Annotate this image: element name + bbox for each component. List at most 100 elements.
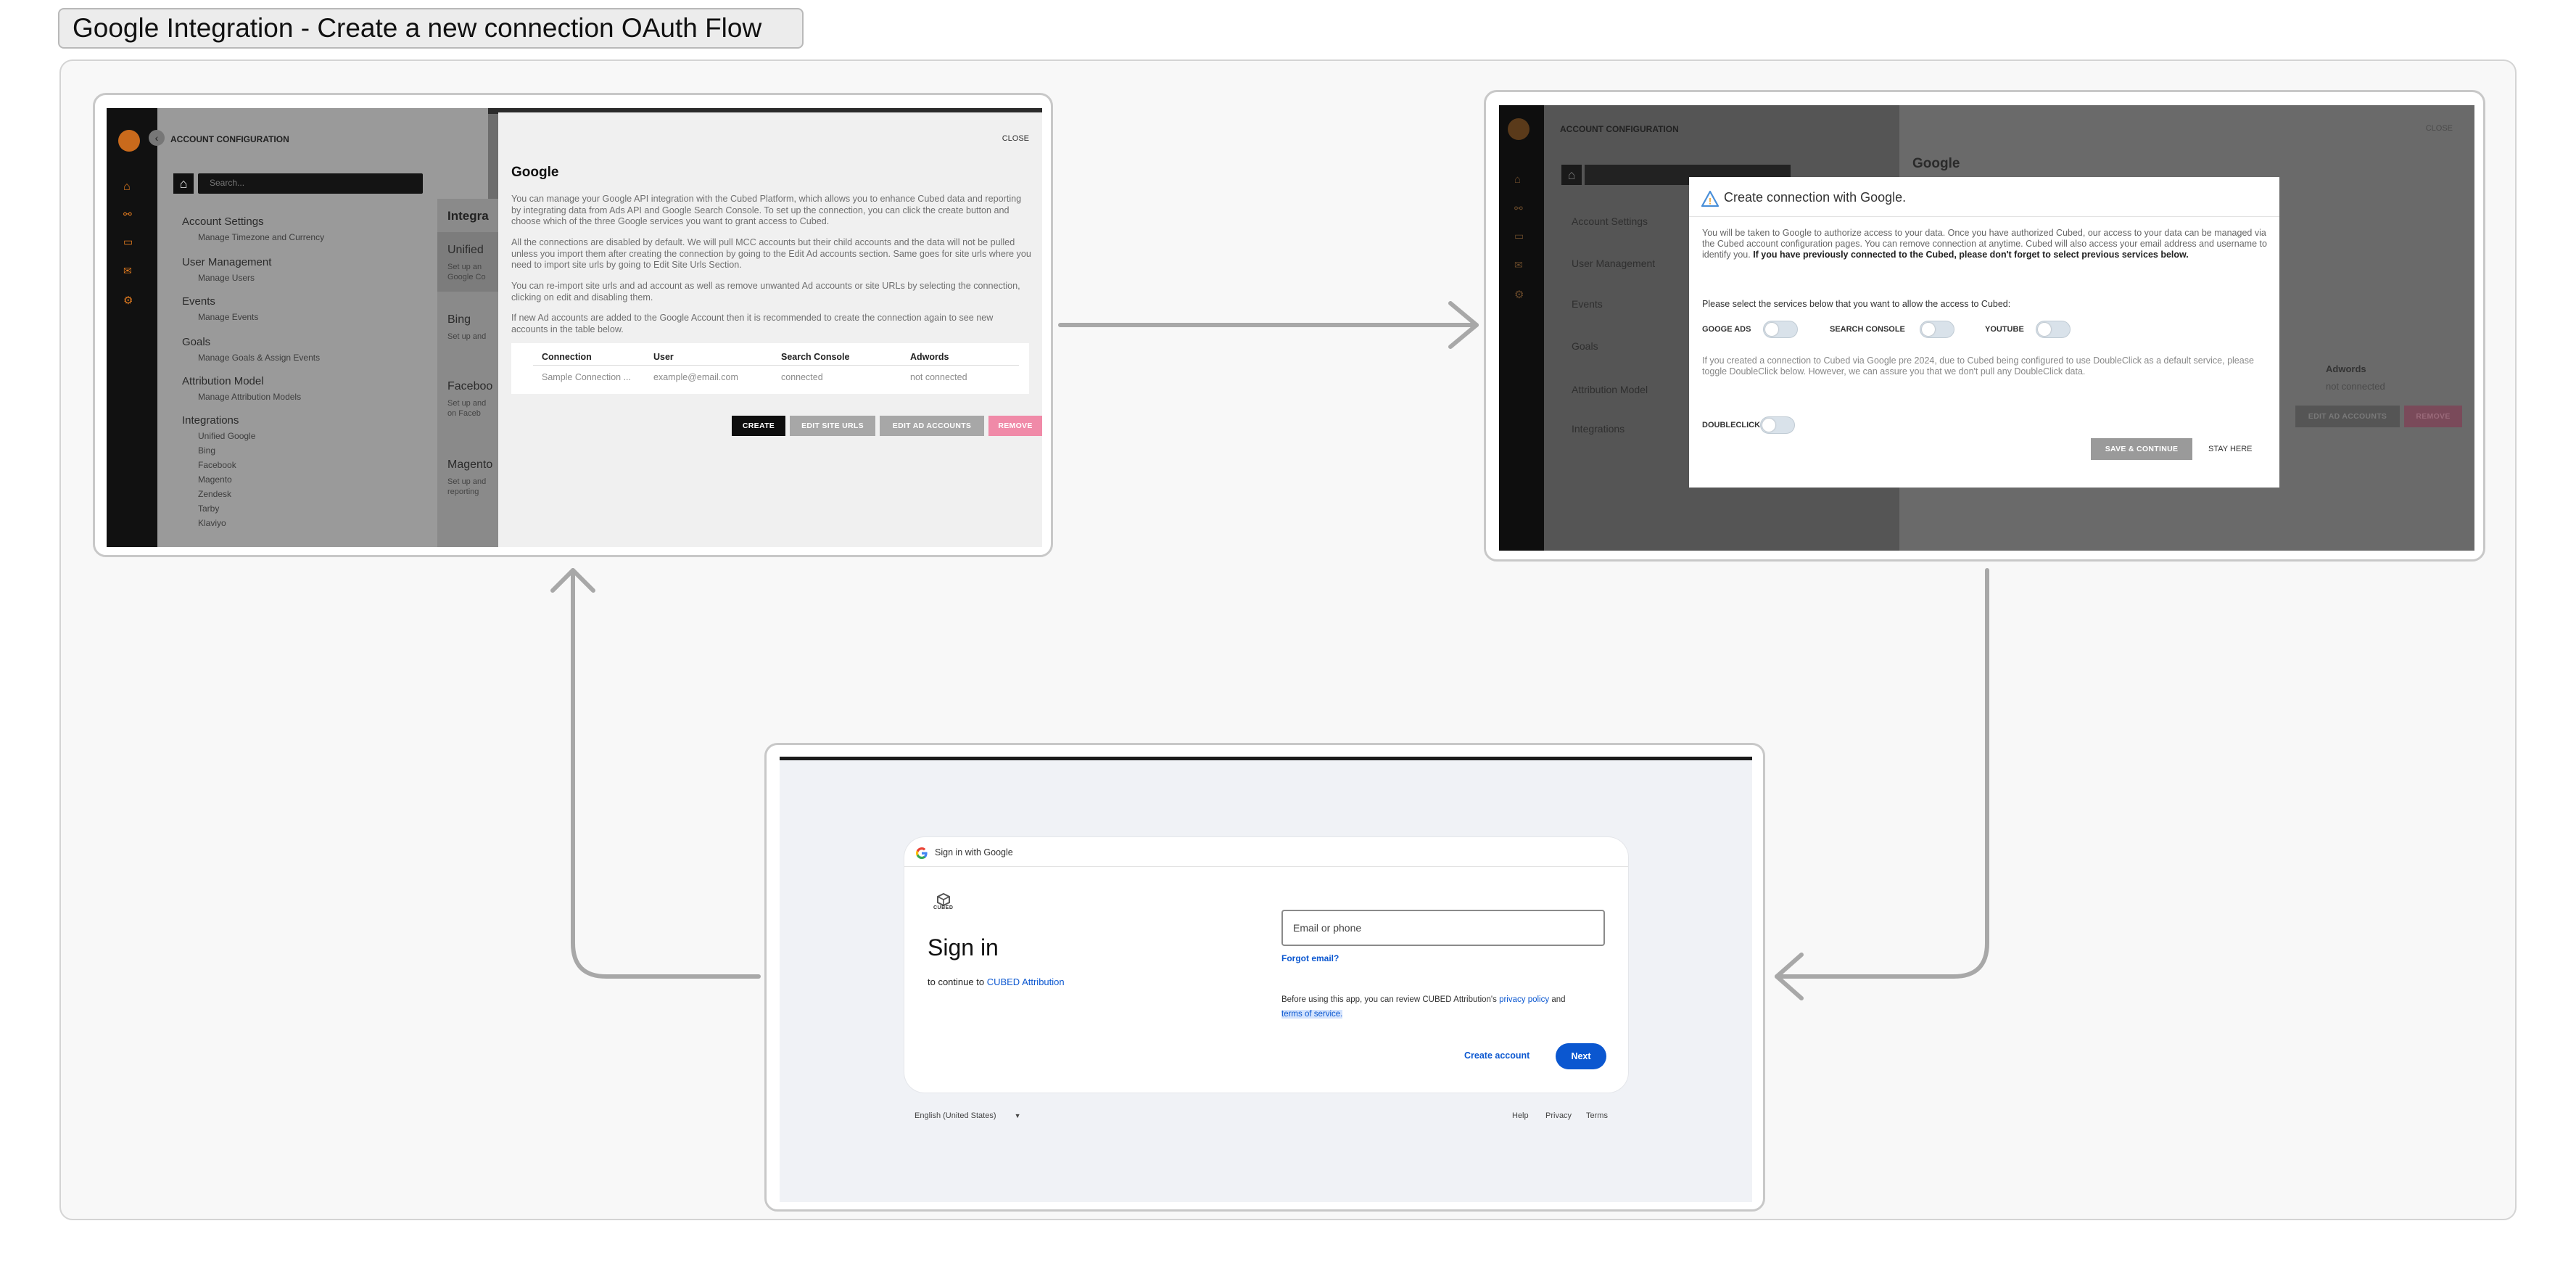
cubed-logo-icon xyxy=(1508,118,1530,140)
arrow-screen3-to-screen1 xyxy=(571,568,761,979)
chat-icon[interactable]: ✉ xyxy=(123,265,132,277)
modal-paragraph-1: You will be taken to Google to authorize… xyxy=(1702,228,2271,260)
sign-in-with-google-header: Sign in with Google xyxy=(935,847,1013,858)
sign-in-title: Sign in xyxy=(928,934,999,961)
create-connection-modal: ! Create connection with Google. You wil… xyxy=(1689,177,2279,488)
integrations-heading: Integra xyxy=(447,209,489,223)
menu-item[interactable]: Manage Goals & Assign Events xyxy=(198,353,320,363)
menu-item[interactable]: Unified Google xyxy=(198,431,255,441)
cubed-logo-icon: CUBED xyxy=(930,892,957,911)
menu-heading: Attribution Model xyxy=(1572,384,1648,395)
privacy-policy-link[interactable]: privacy policy xyxy=(1499,995,1549,1004)
warning-triangle-svg: ! xyxy=(1701,190,1720,207)
menu-heading-account-settings[interactable]: Account Settings xyxy=(182,215,264,228)
menu-heading: Integrations xyxy=(1572,423,1625,435)
table-row[interactable]: Sample Connection ... example@email.com … xyxy=(511,368,1029,388)
screen2-create-connection-modal: ⌂ ⚯ ▭ ✉ ⚙ ACCOUNT CONFIGURATION ⌂ Accoun… xyxy=(1499,105,2474,551)
table-cell: not connected xyxy=(2326,381,2385,392)
terms-period: . xyxy=(1340,1010,1343,1019)
menu-heading-attribution-model[interactable]: Attribution Model xyxy=(182,375,264,387)
card-desc: Set up an xyxy=(447,263,482,271)
sign-in-card: Sign in with Google CUBED Sign in to con… xyxy=(904,837,1628,1093)
edit-site-urls-button[interactable]: EDIT SITE URLS xyxy=(790,416,875,436)
menu-item[interactable]: Manage Events xyxy=(198,312,258,322)
dropdown-caret-icon: ▼ xyxy=(1014,1112,1021,1119)
google-g-svg xyxy=(916,847,928,859)
home-icon[interactable]: ⌂ xyxy=(123,181,131,194)
arrow-screen2-to-screen3 xyxy=(1775,568,1989,979)
cubed-logo-icon[interactable] xyxy=(118,130,140,152)
create-button[interactable]: CREATE xyxy=(732,416,785,436)
search-console-toggle[interactable] xyxy=(1920,321,1954,338)
save-and-continue-button[interactable]: SAVE & CONTINUE xyxy=(2091,438,2192,460)
drawer-paragraph-1: You can manage your Google API integrati… xyxy=(511,194,1022,226)
menu-item[interactable]: Manage Users xyxy=(198,273,255,283)
menu-heading: User Management xyxy=(1572,258,1656,269)
terms-link-text: terms of service xyxy=(1281,1010,1341,1019)
card-title-magento[interactable]: Magento xyxy=(447,458,492,472)
monitor-icon[interactable]: ▭ xyxy=(123,236,133,248)
menu-heading: Events xyxy=(1572,298,1603,310)
menu-item[interactable]: Zendesk xyxy=(198,489,231,499)
language-label: English (United States) xyxy=(915,1111,996,1120)
footer-help-link[interactable]: Help xyxy=(1512,1111,1529,1120)
gear-icon: ⚙ xyxy=(1514,289,1524,301)
table-header: Connection xyxy=(542,352,592,362)
menu-heading-events[interactable]: Events xyxy=(182,295,215,308)
continue-to-line: to continue to CUBED Attribution xyxy=(928,976,1065,987)
card-desc: on Faceb xyxy=(447,409,481,418)
warning-icon: ! xyxy=(1701,190,1720,207)
svg-text:!: ! xyxy=(1709,197,1712,207)
sidebar-title: ACCOUNT CONFIGURATION xyxy=(1560,124,1679,134)
youtube-toggle[interactable] xyxy=(2036,321,2071,338)
collapse-chevron-icon[interactable]: ‹ xyxy=(149,130,165,146)
create-account-button[interactable]: Create account xyxy=(1464,1050,1530,1061)
service-label-youtube: YOUTUBE xyxy=(1985,325,2024,334)
cubed-cube-svg xyxy=(937,892,950,907)
card-title-bing[interactable]: Bing xyxy=(447,313,471,326)
search-placeholder: Search... xyxy=(210,178,245,188)
menu-heading-integrations[interactable]: Integrations xyxy=(182,414,239,427)
card-title-facebook[interactable]: Faceboo xyxy=(447,380,492,393)
menu-item[interactable]: Manage Timezone and Currency xyxy=(198,232,324,242)
integration-card-unified[interactable]: Unified Set up an Google Co xyxy=(437,232,498,292)
forgot-email-link[interactable]: Forgot email? xyxy=(1281,953,1339,963)
remove-button[interactable]: REMOVE xyxy=(988,416,1042,436)
icon-sidebar: ⌂ ⚯ ▭ ✉ ⚙ xyxy=(107,108,157,547)
next-button[interactable]: Next xyxy=(1556,1043,1606,1069)
home-button-icon: ⌂ xyxy=(1561,165,1582,185)
search-input[interactable]: Search... xyxy=(198,173,423,194)
menu-item[interactable]: Manage Attribution Models xyxy=(198,392,301,402)
app-name-link[interactable]: CUBED Attribution xyxy=(987,976,1065,987)
screen3-google-sign-in: Sign in with Google CUBED Sign in to con… xyxy=(780,757,1752,1202)
menu-heading-goals[interactable]: Goals xyxy=(182,336,210,348)
stay-here-button[interactable]: STAY HERE xyxy=(2208,445,2253,453)
drawer-paragraph-2: All the connections are disabled by defa… xyxy=(511,237,1031,270)
integrations-list: Integra Unified Set up an Google Co Bing… xyxy=(437,199,498,547)
google-ads-toggle[interactable] xyxy=(1763,321,1798,338)
card-desc: Google Co xyxy=(447,273,486,281)
menu-item[interactable]: Magento xyxy=(198,474,232,485)
drawer-title: Google xyxy=(1912,156,1960,171)
footer-privacy-link[interactable]: Privacy xyxy=(1545,1111,1572,1120)
footer-terms-link[interactable]: Terms xyxy=(1586,1111,1608,1120)
email-or-phone-input[interactable]: Email or phone xyxy=(1281,910,1605,946)
menu-heading-user-management[interactable]: User Management xyxy=(182,256,271,268)
card-desc: reporting xyxy=(447,488,479,496)
continue-prefix: to continue to xyxy=(928,976,985,987)
network-icon[interactable]: ⚯ xyxy=(123,208,132,221)
menu-item[interactable]: Bing xyxy=(198,445,215,456)
card-desc: Set up and xyxy=(447,399,487,408)
edit-ad-accounts-button[interactable]: EDIT AD ACCOUNTS xyxy=(880,416,984,436)
connections-table: Connection User Search Console Adwords S… xyxy=(511,343,1029,394)
menu-item[interactable]: Klaviyo xyxy=(198,518,226,528)
language-selector[interactable]: English (United States) ▼ xyxy=(915,1111,1020,1120)
menu-item[interactable]: Facebook xyxy=(198,460,236,470)
table-cell: connected xyxy=(781,372,823,382)
doubleclick-toggle[interactable] xyxy=(1760,416,1795,434)
menu-item[interactable]: Tarby xyxy=(198,503,219,514)
close-button[interactable]: CLOSE xyxy=(1002,134,1029,143)
terms-of-service-link[interactable]: terms of service. xyxy=(1281,1010,1343,1019)
home-button-icon[interactable]: ⌂ xyxy=(173,173,194,194)
gear-icon[interactable]: ⚙ xyxy=(123,294,133,307)
